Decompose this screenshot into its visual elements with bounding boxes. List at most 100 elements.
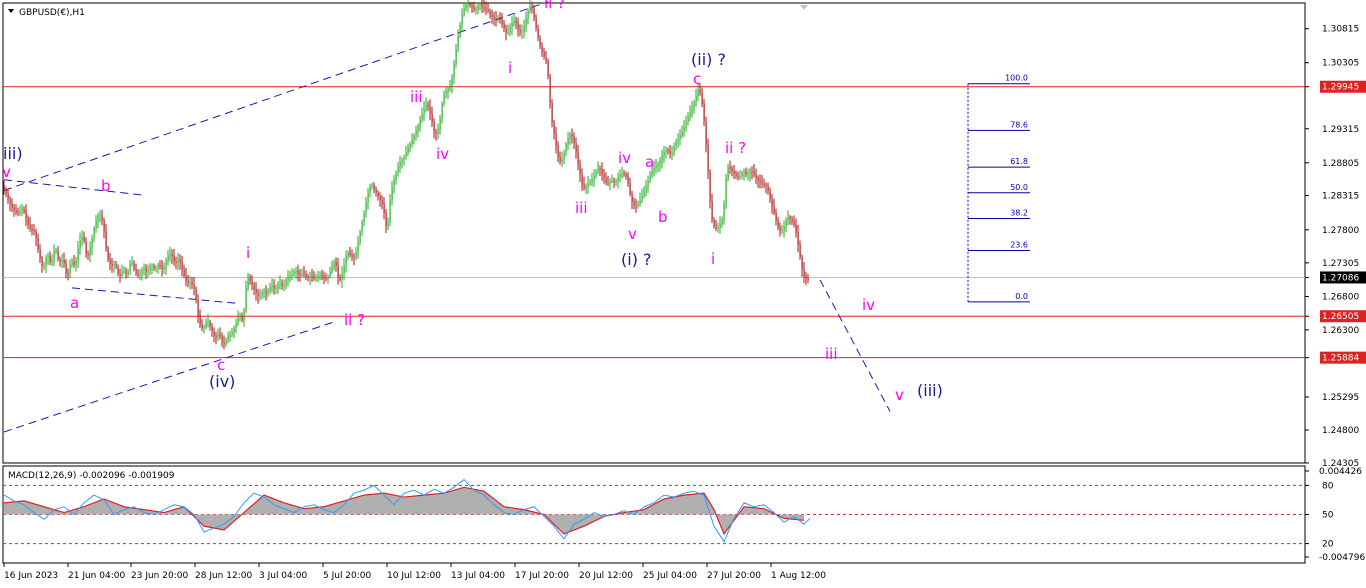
candle-body [561,159,563,162]
candle-body [721,218,723,224]
candle-body [787,217,789,220]
candle-body [669,150,671,155]
candle-body [337,265,339,278]
candle-body [309,275,311,278]
candle-body [489,11,491,15]
candle-body [119,274,121,276]
candle-body [441,103,443,119]
candle-body [667,149,669,151]
candle-body [269,286,271,292]
candle-body [535,18,537,29]
trend-line[interactable] [3,179,145,196]
trend-line[interactable] [3,1,549,191]
candle-body [637,203,639,206]
symbol-title: GBPUSD(€),H1 [19,8,85,18]
candle-body [173,256,175,262]
candle-body [719,223,721,228]
candle-body [563,153,565,160]
candle-body [61,260,63,263]
candle-body [255,289,257,293]
candle-body [751,171,753,173]
wave-count-label: i [246,244,250,262]
candle-body [715,226,717,229]
current-price-tag-label: 1.27086 [1322,273,1359,283]
candle-body [497,18,499,20]
candle-body [241,316,243,321]
scroll-marker-icon[interactable] [800,5,808,10]
candle-body [3,185,5,190]
macd-axis-tick-label: 20 [1322,540,1334,550]
candle-body [199,315,201,325]
candle-body [643,190,645,196]
candle-body [57,250,59,260]
candle-body [221,336,223,343]
candle-body [7,193,9,199]
candle-body [573,136,575,144]
candle-body [727,167,729,179]
candle-body [559,157,561,162]
candle-body [475,9,477,11]
candle-body [351,255,353,257]
y-axis-tick-label: 1.24800 [1322,426,1359,436]
candle-body [101,215,103,221]
candle-body [77,248,79,261]
candle-body [403,157,405,161]
symbol-dropdown-icon[interactable] [8,9,14,13]
candle-body [495,18,497,20]
macd-label: MACD(12,26,9) -0.002096 -0.001909 [8,471,175,481]
candle-body [663,151,665,156]
candle-body [329,271,331,277]
candle-body [323,276,325,279]
candle-body [147,271,149,273]
candle-body [779,227,781,231]
wave-count-label: (iii) [917,381,943,400]
candle-body [359,231,361,242]
candle-body [619,174,621,178]
candle-body [127,271,129,274]
candle-body [141,269,143,275]
candle-body [775,213,777,221]
candle-body [299,273,301,275]
candle-body [407,147,409,153]
candle-body [319,274,321,276]
candle-body [19,211,21,213]
candle-body [769,190,771,199]
candle-body [741,172,743,177]
candle-body [753,171,755,175]
candle-body [641,195,643,201]
candle-body [621,173,623,175]
candle-body [59,259,61,263]
wave-count-label: b [658,208,668,226]
candle-body [253,285,255,290]
y-axis-tick-label: 1.27305 [1322,259,1359,269]
fibonacci-level-label: 38.2 [1010,208,1028,217]
candle-body [781,230,783,232]
candle-body [593,175,595,180]
candle-body [137,273,139,276]
candle-body [213,330,215,336]
candle-body [509,27,511,33]
candle-body [13,207,15,211]
trend-line[interactable] [3,320,337,433]
candle-body [211,326,213,331]
trend-line[interactable] [71,287,237,304]
candle-body [607,182,609,184]
candle-body [729,167,731,169]
candle-body [601,168,603,174]
candle-body [541,46,543,53]
candle-body [749,171,751,174]
candle-body [687,117,689,123]
candle-body [603,173,605,179]
price-tag-label: 1.29945 [1322,83,1359,93]
x-axis-tick-label: 13 Jul 04:00 [451,571,505,581]
candle-body [155,268,157,270]
wave-count-label: iii [825,345,838,363]
candle-body [291,273,293,276]
candle-body [421,114,423,121]
candle-body [697,89,699,97]
candle-body [73,261,75,265]
candle-body [745,172,747,175]
candle-body [341,273,343,280]
candle-body [699,89,701,93]
fibonacci-level-label: 23.6 [1010,241,1028,250]
